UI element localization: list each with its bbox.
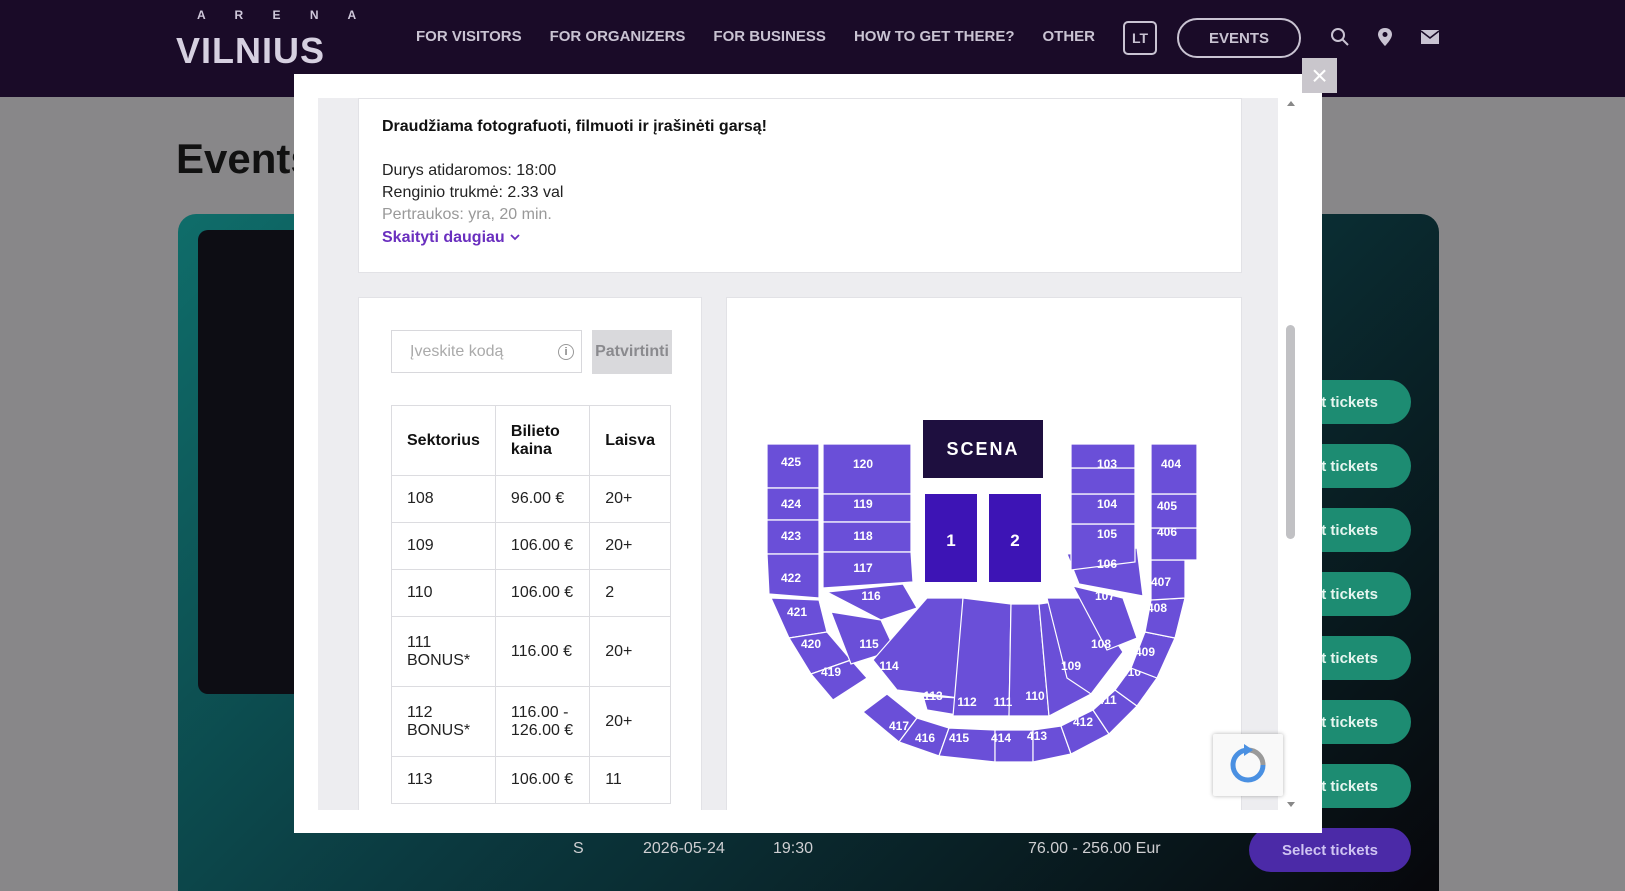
arena-seat-map[interactable]: 425 424 423 422 421 420419 417 416 415 414 413 412 4… xyxy=(727,298,1243,810)
cell-available: 20+ xyxy=(589,475,671,523)
sector-label-424: 424 xyxy=(781,497,801,511)
sector-label-421: 421 xyxy=(787,605,807,619)
event-description: Draudžiama fotografuoti, filmuoti ir įra… xyxy=(358,98,1242,273)
sector-104[interactable] xyxy=(1070,467,1136,495)
doors-open: Durys atidaromos: 18:00 xyxy=(382,162,557,179)
sector-label-120: 120 xyxy=(853,457,873,471)
info-icon[interactable]: i xyxy=(558,344,574,360)
scrollbar-thumb[interactable] xyxy=(1286,325,1295,539)
photo-warning: Draudžiama fotografuoti, filmuoti ir įra… xyxy=(382,118,767,135)
cell-price: 106.00 € xyxy=(494,756,591,804)
chevron-down-icon xyxy=(510,234,520,241)
sector-label-109: 109 xyxy=(1061,659,1081,673)
sector-label-420: 420 xyxy=(801,637,821,651)
cell-available: 20+ xyxy=(589,686,671,757)
modal-content: Draudžiama fotografuoti, filmuoti ir įra… xyxy=(318,98,1278,810)
sector-label-113: 113 xyxy=(923,689,943,703)
read-more-label: Skaityti daugiau xyxy=(382,229,505,246)
sector-label-411: 411 xyxy=(1097,693,1117,707)
cell-sector: 112 BONUS* xyxy=(391,686,496,757)
sector-label-110: 110 xyxy=(1025,689,1045,703)
cell-available: 11 xyxy=(589,756,671,804)
floor-sector-label-1: 1 xyxy=(946,531,955,550)
recaptcha-icon xyxy=(1230,744,1266,783)
close-modal-button[interactable]: × xyxy=(1302,58,1337,93)
col-header-sector: Sektorius xyxy=(391,405,496,476)
cell-price: 106.00 € xyxy=(494,569,591,617)
event-breaks: Pertraukos: yra, 20 min. xyxy=(382,206,552,223)
sector-label-404: 404 xyxy=(1161,457,1181,471)
col-header-price: Bilieto kaina xyxy=(494,405,591,476)
table-row[interactable]: 113 106.00 € 11 xyxy=(391,756,671,804)
sector-label-118: 118 xyxy=(853,529,873,543)
sector-label-103: 103 xyxy=(1097,457,1117,471)
cell-available: 2 xyxy=(589,569,671,617)
cell-available: 20+ xyxy=(589,522,671,570)
cell-sector: 110 xyxy=(391,569,496,617)
stage-label: SCENA xyxy=(946,439,1019,459)
sector-label-115: 115 xyxy=(859,637,879,651)
floor-sector-label-2: 2 xyxy=(1010,531,1019,550)
sector-label-108: 108 xyxy=(1091,637,1111,651)
sector-label-415: 415 xyxy=(949,731,969,745)
sector-label-416: 416 xyxy=(915,731,935,745)
sector-label-409: 409 xyxy=(1135,645,1155,659)
cell-price: 106.00 € xyxy=(494,522,591,570)
cell-price: 96.00 € xyxy=(494,475,591,523)
sector-label-112: 112 xyxy=(957,695,977,709)
sector-label-425: 425 xyxy=(781,455,801,469)
sector-label-405: 405 xyxy=(1157,499,1177,513)
cell-sector: 109 xyxy=(391,522,496,570)
cell-sector: 113 xyxy=(391,756,496,804)
sector-label-423: 423 xyxy=(781,529,801,543)
event-duration: Renginio trukmė: 2.33 val xyxy=(382,184,564,201)
sector-label-422: 422 xyxy=(781,571,801,585)
cell-price: 116.00 - 126.00 € xyxy=(494,686,591,757)
sector-label-111: 111 xyxy=(994,695,1013,709)
recaptcha-badge[interactable] xyxy=(1213,734,1283,796)
sector-label-116: 116 xyxy=(861,589,881,603)
confirm-code-button[interactable]: Patvirtinti xyxy=(592,330,672,374)
table-row[interactable]: 109 106.00 € 20+ xyxy=(391,522,671,570)
cell-sector: 108 xyxy=(391,475,496,523)
price-table: Sektorius Bilieto kaina Laisva 108 96.00… xyxy=(391,405,671,804)
price-panel: i Patvirtinti Sektorius Bilieto kaina La… xyxy=(358,297,702,810)
seat-map: 425 424 423 422 421 420 419 417 416 415 414 413 412 4… xyxy=(726,297,1242,810)
table-row[interactable]: 108 96.00 € 20+ xyxy=(391,475,671,523)
sector-label-119: 119 xyxy=(853,497,873,511)
sector-label-414: 414 xyxy=(991,731,1011,745)
sector-label-417: 417 xyxy=(889,719,909,733)
sector-label-114: 114 xyxy=(879,659,899,673)
sector-label-419: 419 xyxy=(821,665,841,679)
sector-label-104: 104 xyxy=(1097,497,1117,511)
ticket-modal: Draudžiama fotografuoti, filmuoti ir įra… xyxy=(294,74,1322,833)
sector-label-105: 105 xyxy=(1097,527,1117,541)
sector-label-413: 413 xyxy=(1027,729,1047,743)
promo-code-input[interactable] xyxy=(391,330,582,373)
table-row[interactable]: 112 BONUS* 116.00 - 126.00 € 20+ xyxy=(391,686,671,757)
sector-label-412: 412 xyxy=(1073,715,1093,729)
sector-label-107: 107 xyxy=(1095,589,1115,603)
read-more-link[interactable]: Skaityti daugiau xyxy=(382,229,521,247)
sector-label-117: 117 xyxy=(853,561,873,575)
cell-available: 20+ xyxy=(589,616,671,687)
col-header-available: Laisva xyxy=(589,405,671,476)
table-row[interactable]: 111 BONUS* 116.00 € 20+ xyxy=(391,616,671,687)
sector-label-407: 407 xyxy=(1151,575,1171,589)
cell-price: 116.00 € xyxy=(494,616,591,687)
sector-label-408: 408 xyxy=(1147,601,1167,615)
sector-label-106: 106 xyxy=(1097,557,1117,571)
cell-sector: 111 BONUS* xyxy=(391,616,496,687)
table-row[interactable]: 110 106.00 € 2 xyxy=(391,569,671,617)
